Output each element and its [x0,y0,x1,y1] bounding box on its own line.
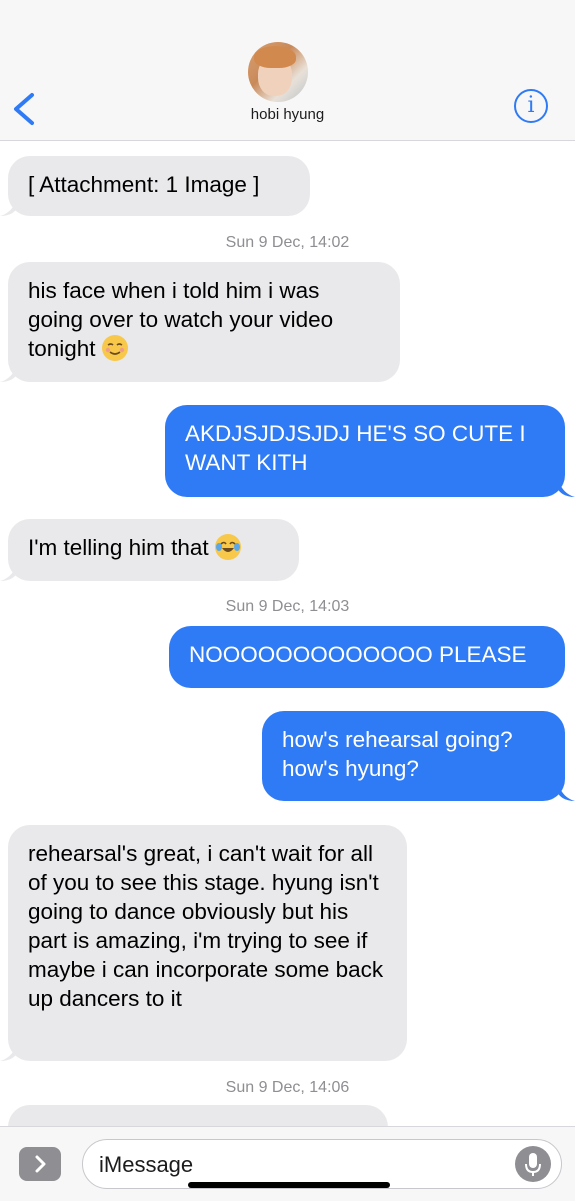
timestamp: Sun 9 Dec, 14:06 [225,1079,350,1096]
contact-name[interactable]: hobi hyung [0,106,575,123]
message-input-placeholder: iMessage [99,1152,194,1177]
message-text: [ Attachment: 1 Image ] [28,172,260,197]
app-drawer-chevron-icon [35,1155,46,1173]
home-indicator[interactable] [188,1182,390,1188]
info-button[interactable]: i [514,89,548,123]
bubble-tail [557,481,575,497]
avatar-hair [254,46,296,68]
sent-message-bubble[interactable]: AKDJSJDJSJDJ HE'S SO CUTE I WANT KITH [165,405,565,497]
sent-message-bubble[interactable]: NOOOOOOOOOOOOO PLEASE [169,626,565,688]
message-text: NOOOOOOOOOOOOO PLEASE [189,642,527,667]
tears-of-joy-emoji [214,534,241,560]
message-text: his face when i told him i was going ove… [28,278,334,361]
bubble-tail [0,366,18,382]
timestamp: Sun 9 Dec, 14:02 [225,234,350,251]
timestamp: Sun 9 Dec, 14:03 [225,598,350,615]
relieved-face-emoji [101,335,128,361]
avatar[interactable] [248,42,308,102]
bubble-tail [557,785,575,801]
message-text: I'm telling him that [28,535,209,560]
message-text: how's rehearsal going? how's hyung? [282,727,513,781]
app-drawer-button[interactable] [19,1147,61,1181]
received-message-bubble[interactable]: his face when i told him i was going ove… [8,262,400,382]
received-message-bubble[interactable]: I'm telling him that [8,519,299,581]
bubble-tail [0,1045,18,1061]
conversation-header: hobi hyung i [0,0,575,141]
sent-message-bubble[interactable]: how's rehearsal going? how's hyung? [262,711,565,801]
dictation-button[interactable] [515,1146,551,1182]
received-message-bubble[interactable]: [ Attachment: 1 Image ] [8,156,310,216]
received-message-bubble[interactable]: rehearsal's great, i can't wait for all … [8,825,407,1061]
microphone-icon [525,1153,541,1176]
message-text: AKDJSJDJSJDJ HE'S SO CUTE I WANT KITH [185,421,526,475]
bubble-tail [0,200,18,216]
info-icon: i [527,93,535,118]
message-text: rehearsal's great, i can't wait for all … [28,841,384,1011]
bubble-tail [0,565,18,581]
message-input-bar: iMessage [0,1126,575,1201]
